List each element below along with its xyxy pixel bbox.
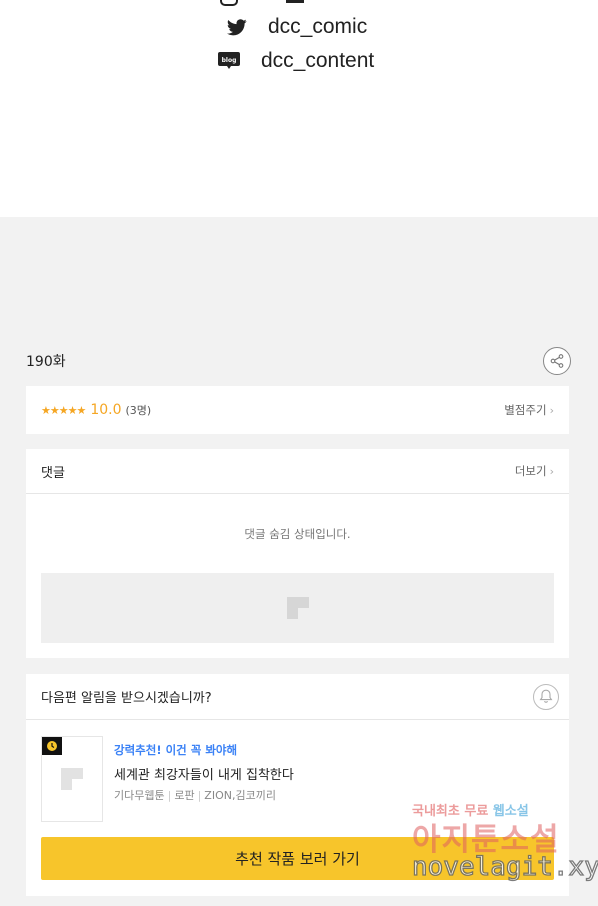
comments-hidden-message: 댓글 숨김 상태입니다. [244,527,351,541]
rate-button[interactable]: 별점주기 › [504,402,554,418]
image-placeholder-icon [286,597,309,619]
rating-card: ★★★★★ 10.0 (3명) 별점주기 › [26,386,569,434]
meta-authors: ZION,김코끼리 [204,789,276,802]
meta-separator: | [167,788,172,802]
share-button[interactable] [543,347,571,375]
twitter-link[interactable]: dcc_comic [226,15,367,39]
recommended-work[interactable]: 강력추천! 이건 꼭 봐야해 세계관 최강자들이 내게 집착한다 기다무웹툰 |… [41,736,294,822]
ad-placeholder[interactable] [41,573,554,643]
rating-score: 10.0 [90,402,122,418]
rate-button-label: 별점주기 [504,403,547,417]
recommended-info: 강력추천! 이건 꼭 봐야해 세계관 최강자들이 내게 집착한다 기다무웹툰 |… [114,736,294,822]
image-placeholder-icon [61,768,83,790]
meta-category: 기다무웹툰 [114,789,165,802]
blog-link[interactable]: blog dcc_content [217,49,374,73]
instagram-handle-fragment [286,0,304,3]
twitter-handle: dcc_comic [268,15,368,38]
rating-summary: ★★★★★ 10.0 (3명) [41,402,151,418]
meta-separator: | [197,788,202,802]
notify-header: 다음편 알림을 받으시겠습니까? [26,674,569,720]
share-icon [550,354,564,368]
recommend-badge: 강력추천! 이건 꼭 봐야해 [114,743,238,757]
notify-question: 다음편 알림을 받으시겠습니까? [41,691,212,706]
twitter-icon [226,16,248,38]
chevron-right-icon: › [549,403,554,417]
chevron-right-icon: › [549,464,554,478]
recommended-thumbnail[interactable] [41,736,103,822]
meta-genre: 로판 [174,789,195,802]
comments-card: 댓글 더보기 › 댓글 숨김 상태입니다. [26,449,569,658]
notify-bell-button[interactable] [533,683,559,710]
social-section: dcc_comic blog dcc_content [0,0,598,217]
rating-stars: ★★★★★ [41,403,86,417]
view-recommended-button[interactable]: 추천 작품 보러 가기 [41,837,554,880]
comments-header: 댓글 더보기 › [26,449,569,494]
comments-more-button[interactable]: 더보기 › [515,463,554,479]
comments-title: 댓글 [41,465,65,481]
rating-count: (3명) [125,404,152,417]
recommended-meta: 기다무웹툰 | 로판 | ZION,김코끼리 [114,787,294,803]
blog-handle: dcc_content [261,49,375,72]
blog-icon-text: blog [222,57,237,64]
episode-header: 190화 [26,347,571,375]
bell-icon [539,689,553,703]
blog-icon: blog [217,50,241,72]
next-episode-notify-card: 다음편 알림을 받으시겠습니까? 강력추천! 이건 꼭 봐야해 세계관 최강자들… [26,674,569,896]
wait-free-clock-icon [42,737,62,755]
instagram-icon[interactable] [220,0,238,6]
comments-more-label: 더보기 [514,464,547,478]
recommended-title[interactable]: 세계관 최강자들이 내게 집착한다 [114,764,294,783]
episode-title: 190화 [26,354,66,370]
